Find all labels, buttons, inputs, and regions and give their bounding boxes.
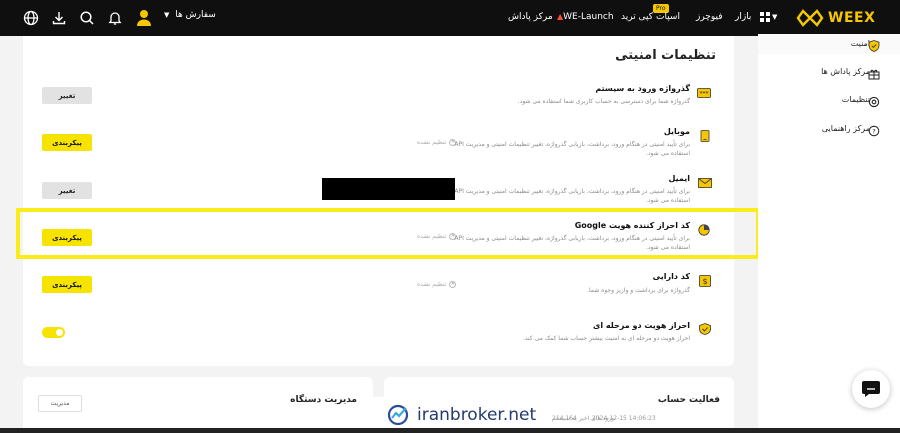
- svg-text:***: ***: [700, 91, 709, 98]
- top-nav-bar: ▼ سفارش ها مرکز پاداش ▲WE-Launch کپی تری…: [0, 0, 900, 36]
- account-activity-title: فعالیت حساب: [657, 395, 720, 405]
- row-title-mobile: موبایل: [663, 127, 690, 136]
- nav-market[interactable]: بازار: [735, 12, 751, 22]
- download-icon[interactable]: [50, 9, 68, 27]
- password-icon: ***: [697, 84, 711, 98]
- sidebar-item-settings[interactable]: تنظیمات: [758, 90, 900, 110]
- user-avatar-icon[interactable]: [136, 9, 152, 27]
- sidebar-item-security[interactable]: امنیت: [758, 34, 900, 54]
- nav-futures[interactable]: فیوچرز: [696, 12, 723, 22]
- chevron-down-icon: ▼: [164, 11, 170, 19]
- page-title: تنظیمات امنیتی: [615, 48, 716, 63]
- svg-text:?: ?: [872, 127, 875, 135]
- device-management-title: مدیریت دستگاه: [290, 395, 357, 405]
- device-management-card: مدیریت مدیریت دستگاه: [23, 377, 373, 433]
- configure-mobile-button[interactable]: پیکربندی: [42, 134, 92, 151]
- configure-fund-code-button[interactable]: پیکربندی: [42, 276, 92, 293]
- nav-spot[interactable]: اسپات: [656, 12, 680, 22]
- watermark-text: iranbroker.net: [417, 405, 537, 425]
- globe-icon[interactable]: [22, 9, 40, 27]
- redacted-area: [322, 178, 455, 200]
- last-login-ip: 214.164: [552, 415, 577, 422]
- chat-bubble-icon: [862, 381, 880, 397]
- taskbar-strip: [0, 428, 900, 433]
- orders-menu[interactable]: ▼ سفارش ها: [164, 10, 216, 20]
- row-title-2fa: احراز هویت دو مرحله ای: [593, 321, 690, 330]
- chevron-down-icon[interactable]: ▼: [772, 13, 777, 21]
- nav-we-launch[interactable]: ▲WE-Launch: [557, 12, 614, 22]
- status-mobile: ✕تنظیم نشده: [417, 139, 457, 146]
- row-title-email: ایمیل: [668, 174, 690, 183]
- support-chat-button[interactable]: [852, 370, 890, 408]
- sidebar-item-rewards[interactable]: مرکز پاداش ها: [758, 62, 900, 82]
- svg-text:$: $: [702, 277, 707, 286]
- last-login-time: 2024-12-15 14:06:23: [592, 415, 656, 422]
- row-desc-fund-code: گذرواژه برای برداشت و واریز وجوه شما.: [587, 287, 690, 294]
- row-title-password: گذرواژه ورود به سیستم: [595, 84, 690, 93]
- shield-check-icon: [698, 320, 712, 335]
- change-email-button[interactable]: تغییر: [42, 182, 92, 199]
- bell-icon[interactable]: [106, 9, 124, 27]
- email-icon: [698, 174, 712, 188]
- status-fund-code: ✕تنظیم نشده: [417, 281, 457, 288]
- fund-code-icon: $: [698, 272, 712, 287]
- search-icon[interactable]: [78, 9, 96, 27]
- iranbroker-logo-icon: [387, 404, 409, 426]
- not-set-icon: ✕: [449, 281, 457, 288]
- two-factor-toggle[interactable]: [42, 327, 65, 338]
- change-password-button[interactable]: تغییر: [42, 87, 92, 104]
- highlight-frame: [16, 208, 760, 259]
- nav-reward-center[interactable]: مرکز پاداش: [508, 12, 553, 22]
- not-set-icon: ✕: [449, 139, 457, 146]
- row-desc-2fa: احراز هویت دو مرحله ای به امنیت بیشتر حس…: [522, 335, 690, 342]
- mobile-icon: [698, 127, 712, 142]
- manage-devices-button[interactable]: مدیریت: [38, 395, 82, 412]
- weex-logo-icon: [796, 9, 824, 27]
- row-desc-mobile: برای تأیید امنیتی در هنگام ورود، برداشت،…: [454, 141, 690, 157]
- row-desc-password: گذرواژه شما برای دسترسی به حساب کاربری ش…: [517, 98, 690, 105]
- sidebar-item-help[interactable]: ? مرکز راهنمایی: [758, 119, 900, 139]
- row-title-fund-code: کد دارایی: [652, 272, 690, 281]
- apps-grid-icon[interactable]: [760, 12, 770, 22]
- row-desc-email: برای تأیید امنیتی در هنگام ورود، برداشت،…: [454, 188, 690, 204]
- brand-logo[interactable]: WEEX: [796, 8, 875, 28]
- nav-copy-trade[interactable]: کپی ترید: [621, 12, 653, 22]
